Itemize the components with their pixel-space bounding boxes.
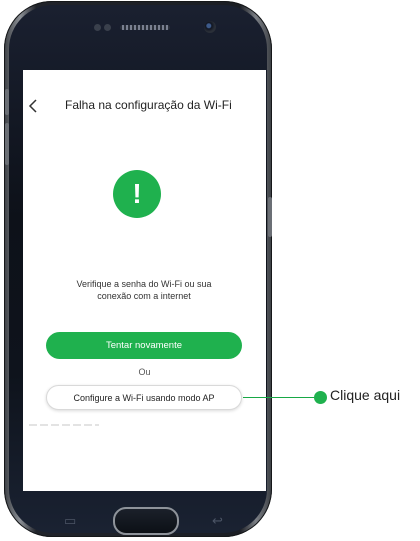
page-title: Falha na configuração da Wi-Fi [65, 98, 232, 112]
sensor-icon [104, 24, 111, 31]
volume-down-key [5, 123, 9, 165]
front-camera-icon [204, 21, 216, 33]
back-chevron-icon[interactable] [27, 98, 45, 116]
chevron-left-icon [28, 99, 37, 113]
error-message-line-1: Verifique a senha do Wi-Fi ou sua [76, 279, 212, 289]
earpiece-speaker [120, 25, 170, 30]
sensor-icon [94, 24, 101, 31]
ap-mode-button[interactable]: Configure a Wi-Fi usando modo AP [46, 385, 242, 410]
volume-up-key [5, 89, 9, 115]
exclamation-icon: ! [113, 170, 161, 218]
callout-dot-icon [314, 391, 327, 404]
exclamation-glyph: ! [132, 178, 142, 209]
error-message: Verifique a senha do Wi-Fi ou sua conexã… [43, 278, 245, 302]
faded-text-line [29, 424, 99, 426]
or-separator-label: Ou [138, 367, 151, 377]
recent-apps-icon: ▭ [64, 513, 77, 528]
app-screen: Falha na configuração da Wi-Fi ! Verifiq… [23, 70, 266, 491]
callout-line [243, 397, 321, 398]
phone-frame: ▭ ↩ Falha na configuração da Wi-Fi ! Ver… [4, 1, 272, 537]
back-key-icon: ↩ [212, 513, 223, 528]
retry-button[interactable]: Tentar novamente [46, 332, 242, 359]
error-message-line-2: conexão com a internet [97, 291, 191, 301]
power-key [268, 197, 272, 237]
callout-label: Clique aqui [330, 387, 401, 403]
home-button [113, 507, 179, 535]
